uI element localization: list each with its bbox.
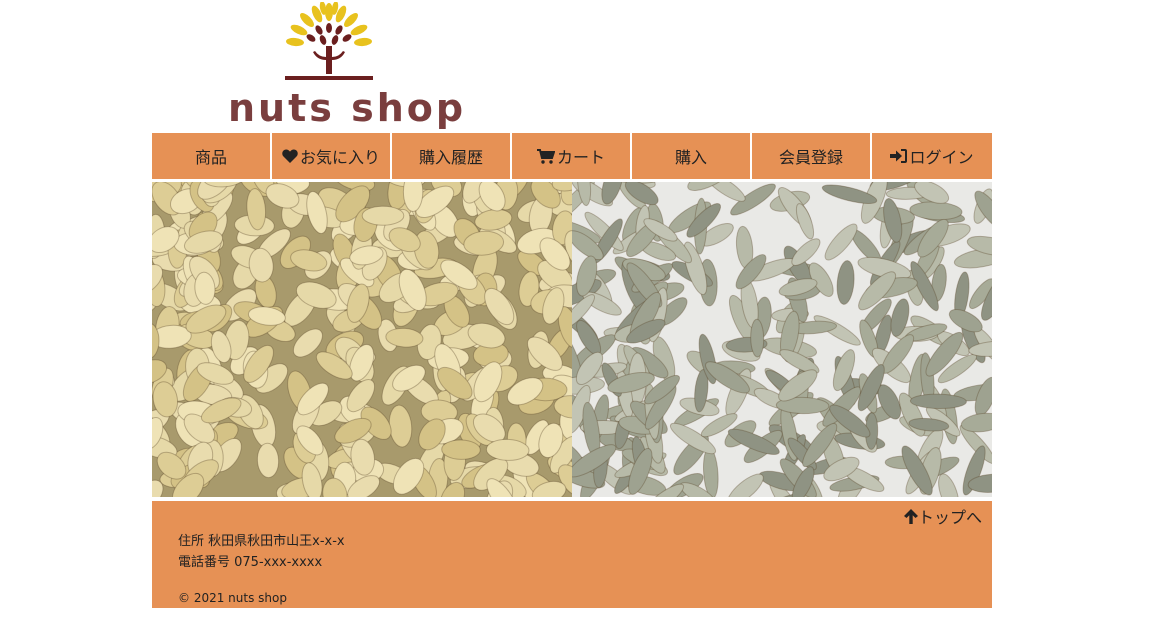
cart-icon (536, 148, 555, 164)
nav-item-label: 会員登録 (778, 148, 843, 167)
footer-phone: 電話番号 075-xxx-xxxx (178, 555, 323, 570)
site-logo[interactable]: nuts shop (224, 2, 463, 132)
hero-banner (152, 182, 992, 497)
nav-item-label: カート (556, 148, 605, 167)
back-to-top-link[interactable]: トップへ (903, 504, 982, 528)
footer-address: 住所 秋田県秋田市山王x-x-x (178, 534, 345, 549)
nav-item-label: お気に入り (299, 148, 380, 167)
sunflower-seeds-image (572, 182, 992, 497)
footer-copyright: © 2021 nuts shop (178, 591, 287, 605)
nav-item-products[interactable]: 商品 (152, 133, 272, 179)
nav-item-login[interactable]: ログイン (872, 133, 992, 179)
nav-item-label: 購入履歴 (418, 148, 483, 167)
brand-name: nuts shop (228, 86, 467, 130)
nav-item-label: ログイン (909, 148, 974, 167)
nav-item-label: 商品 (194, 148, 227, 167)
tree-logo-icon (285, 2, 373, 80)
nav-item-purchase[interactable]: 購入 (632, 133, 752, 179)
heart-icon (282, 149, 298, 163)
arrow-up-icon (903, 508, 918, 524)
nav-item-favorites[interactable]: お気に入り (272, 133, 392, 179)
nav-item-register[interactable]: 会員登録 (752, 133, 872, 179)
pine-nuts-image (152, 182, 572, 497)
nav-item-cart[interactable]: カート (512, 133, 632, 179)
back-to-top-label: トップへ (917, 508, 982, 527)
nav-item-purchase-history[interactable]: 購入履歴 (392, 133, 512, 179)
nav-item-label: 購入 (674, 148, 707, 167)
main-nav: 商品 お気に入り 購入履歴 カート 購入 会員登録 ログイン (152, 133, 992, 179)
login-icon (890, 149, 908, 163)
site-footer: トップへ 住所 秋田県秋田市山王x-x-x 電話番号 075-xxx-xxxx … (152, 501, 992, 608)
